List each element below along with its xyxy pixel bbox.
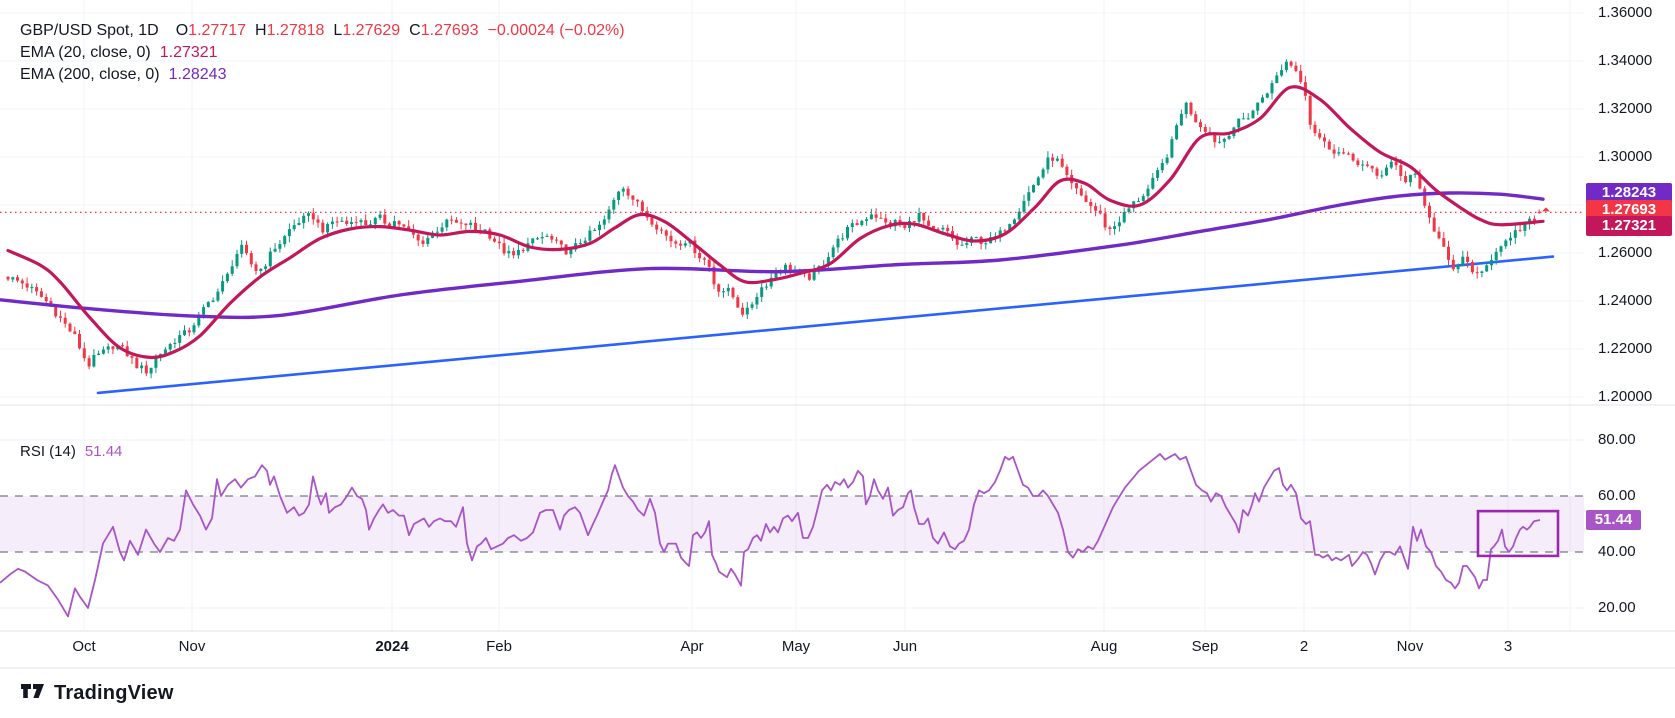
time-tick-label: Feb (486, 638, 512, 655)
price-tick-label: 1.34000 (1598, 52, 1653, 69)
ohlc-high: H1.27818 (255, 22, 325, 39)
ema20-value: 1.27321 (159, 44, 218, 61)
tradingview-brand-text: TradingView (54, 682, 174, 704)
ema200-legend-row[interactable]: EMA (200, close, 0) 1.28243 (20, 66, 226, 84)
time-tick-label: Apr (680, 638, 704, 655)
price-tick-label: 1.36000 (1598, 4, 1653, 21)
price-tick-label: 1.32000 (1598, 100, 1653, 117)
tradingview-logo-icon (21, 683, 44, 698)
ema200-label: EMA (200, close, 0) (20, 66, 160, 83)
time-tick-label: Nov (1396, 638, 1424, 655)
time-tick-label: Jun (892, 638, 918, 655)
time-tick-label: Aug (1090, 638, 1118, 655)
last-price-marker (1542, 207, 1550, 212)
ema200-line[interactable] (0, 191, 1545, 320)
time-tick-label: 2 (1299, 638, 1309, 655)
ema20-legend-row[interactable]: EMA (20, close, 0) 1.27321 (20, 44, 218, 62)
rsi-tick-label: 60.00 (1598, 487, 1636, 504)
price-tick-label: 1.24000 (1598, 292, 1653, 309)
rsi-value: 51.44 (84, 443, 123, 460)
ema200-value: 1.28243 (168, 66, 227, 83)
rsi-tick-label: 40.00 (1598, 543, 1636, 560)
symbol-legend-row[interactable]: GBP/USD Spot, 1D O1.27717 H1.27818 L1.27… (20, 22, 625, 40)
price-change: −0.00024 (−0.02%) (487, 22, 625, 39)
symbol-title: GBP/USD Spot, 1D (20, 22, 159, 39)
time-tick-label: 3 (1503, 638, 1513, 655)
time-tick-label: 2024 (375, 638, 409, 655)
rsi-tick-label: 20.00 (1598, 599, 1636, 616)
rsi-label: RSI (14) (20, 443, 76, 460)
ohlc-low: L1.27629 (333, 22, 401, 39)
time-tick-label: May (781, 638, 811, 655)
ema20-label: EMA (20, close, 0) (20, 44, 151, 61)
time-axis[interactable]: Oct Nov 2024 Feb Apr May Jun Aug Sep 2 Nov 3 (0, 631, 1584, 668)
price-tick-label: 1.30000 (1598, 148, 1653, 165)
rsi-tick-label: 80.00 (1598, 431, 1636, 448)
trendline[interactable] (96, 255, 1555, 395)
time-tick-label: Oct (72, 638, 96, 655)
rsi-legend-row[interactable]: RSI (14) 51.44 (20, 443, 122, 460)
price-label-1.27321: 1.27321 (1586, 215, 1672, 236)
tradingview-attribution[interactable]: TradingView (20, 682, 174, 705)
ohlc-open: O1.27717 (175, 22, 247, 39)
time-tick-label: Nov (178, 638, 206, 655)
ohlc-close: C1.27693 (409, 22, 479, 39)
price-tick-label: 1.22000 (1598, 340, 1653, 357)
time-tick-label: Sep (1191, 638, 1219, 655)
tradingview-chart-window: GBP/USD Spot, 1D O1.27717 H1.27818 L1.27… (0, 0, 1675, 718)
rsi-value-label: 51.44 (1586, 509, 1641, 530)
price-axis[interactable]: 1.36000 1.34000 1.32000 1.30000 1.26000 1.240… (1586, 0, 1675, 668)
price-tick-label: 1.26000 (1598, 244, 1653, 261)
chart-canvas[interactable] (0, 0, 1675, 718)
price-tick-label: 1.20000 (1598, 388, 1653, 405)
